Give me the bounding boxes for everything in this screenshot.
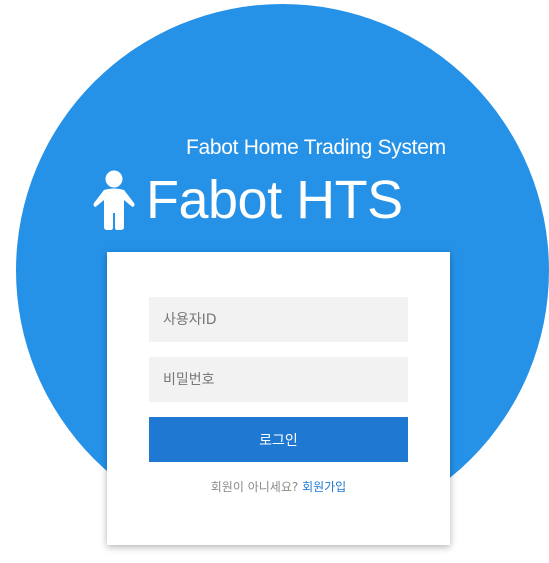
brand-title: Fabot HTS [146,170,403,230]
brand-subtitle: Fabot Home Trading System [186,136,446,159]
person-icon [93,170,135,230]
signup-link[interactable]: 회원가입 [302,480,346,494]
signup-row: 회원이 아니세요? 회원가입 [107,478,450,495]
user-id-input[interactable] [149,297,408,342]
brand-logo: Fabot HTS [90,168,470,232]
password-input[interactable] [149,357,408,402]
signup-prompt: 회원이 아니세요? [210,480,299,494]
login-card: 로그인 회원이 아니세요? 회원가입 [107,252,450,545]
login-button[interactable]: 로그인 [149,417,408,462]
